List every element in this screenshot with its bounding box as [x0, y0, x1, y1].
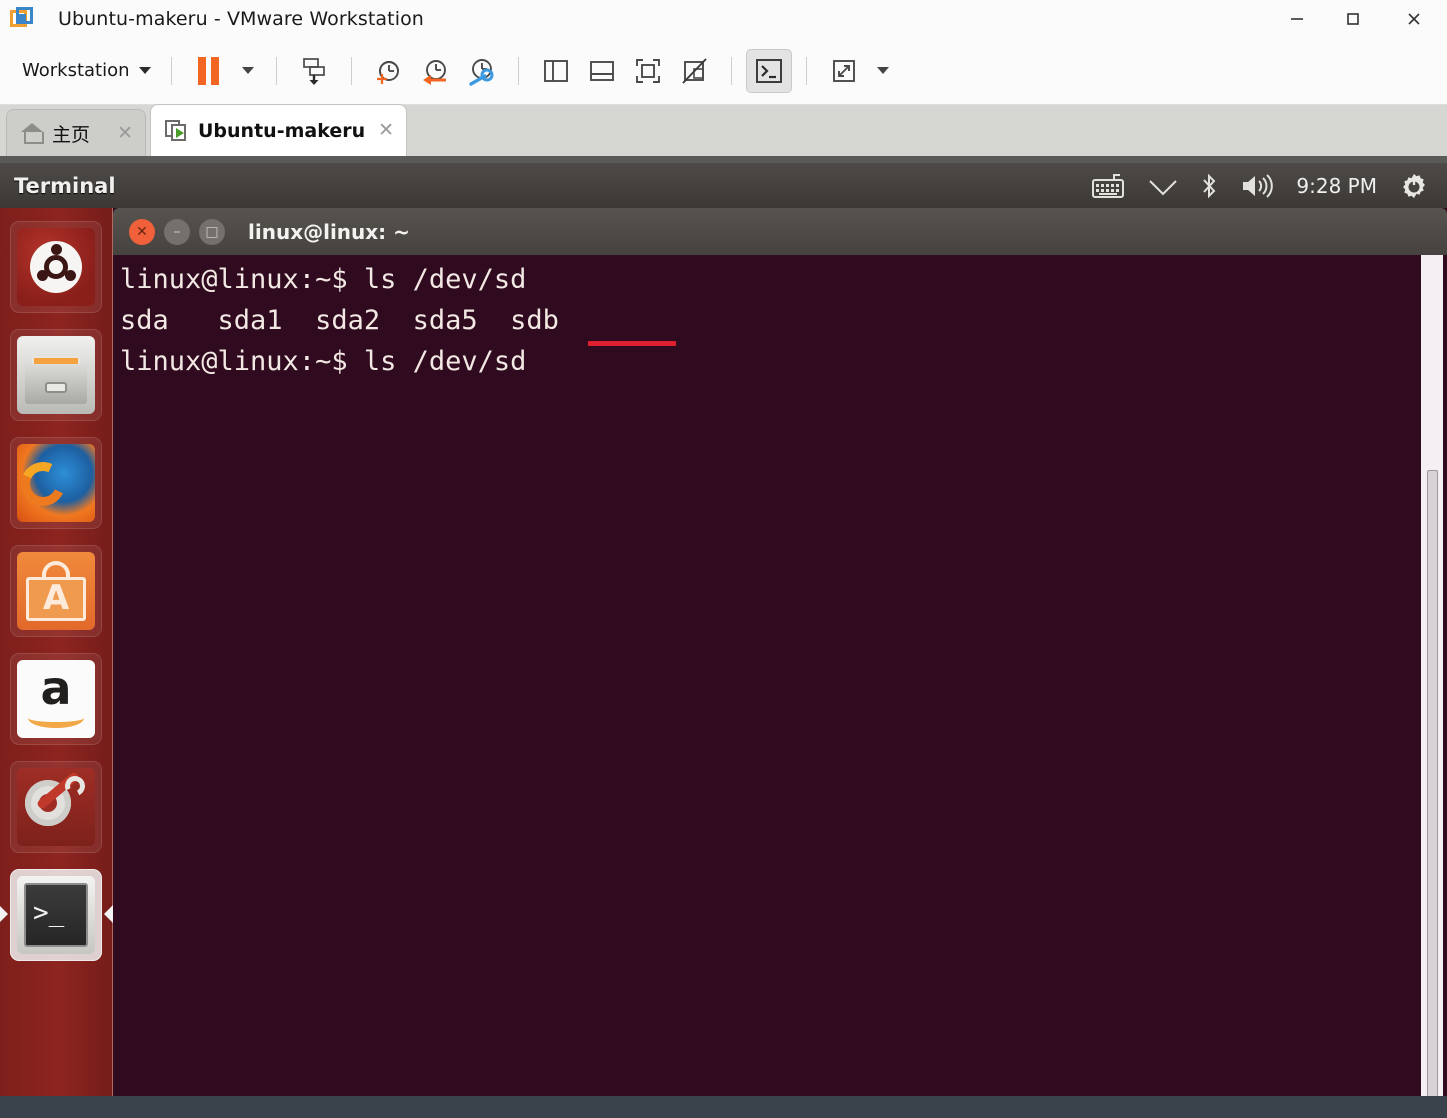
window-title: Ubuntu-makeru - VMware Workstation	[58, 7, 424, 30]
close-button[interactable]	[1381, 0, 1447, 37]
take-snapshot-button[interactable]	[366, 49, 412, 93]
amazon-letter: a	[40, 661, 72, 715]
clock-plus-icon	[376, 60, 399, 84]
terminal-maximize-button[interactable]: □	[199, 218, 225, 245]
ubuntu-top-panel: Terminal 9:28 PM	[0, 163, 1447, 208]
terminal-icon-prompt: >_	[33, 898, 65, 928]
vm-tab-strip: 主页 ✕ Ubuntu-makeru ✕	[0, 104, 1447, 163]
terminal-scrollbar-track[interactable]	[1421, 255, 1443, 1118]
amazon-icon: a	[17, 660, 95, 738]
terminal-line: linux@linux:~$ ls /dev/sd	[120, 346, 527, 377]
window-titlebar: Ubuntu-makeru - VMware Workstation	[0, 0, 1447, 37]
launcher-item-ubuntu-dash[interactable]	[10, 221, 102, 313]
terminal-prompt-icon	[755, 58, 782, 83]
chevron-down-icon	[241, 67, 254, 74]
sidebar-panel-icon	[543, 59, 568, 82]
main-toolbar: Workstation	[0, 37, 1447, 105]
minimize-button[interactable]	[1269, 0, 1325, 37]
pause-icon	[198, 56, 220, 85]
workstation-menu-label: Workstation	[22, 60, 130, 81]
tab-ubuntu-makeru-close-icon[interactable]: ✕	[378, 119, 394, 142]
launcher-item-system-settings[interactable]	[10, 761, 102, 853]
toolbar-separator	[275, 56, 277, 85]
keyboard-icon[interactable]	[1092, 173, 1126, 199]
volume-icon[interactable]	[1240, 173, 1274, 199]
toolbar-separator	[805, 56, 807, 85]
terminal-titlebar: ✕ – □ linux@linux: ~	[113, 208, 1447, 255]
unity-disabled-icon	[681, 57, 707, 84]
tab-ubuntu-makeru-label: Ubuntu-makeru	[198, 119, 366, 142]
show-library-button[interactable]	[533, 49, 579, 93]
tab-ubuntu-makeru[interactable]: Ubuntu-makeru ✕	[150, 104, 407, 156]
tab-home-label: 主页	[52, 123, 91, 146]
toolbar-separator	[170, 56, 172, 85]
toolbar-separator	[517, 56, 519, 85]
terminal-close-button[interactable]: ✕	[129, 218, 155, 245]
fullscreen-icon	[635, 58, 660, 83]
chevron-down-icon	[876, 67, 889, 74]
panel-clock[interactable]: 9:28 PM	[1296, 174, 1377, 198]
gear-power-icon[interactable]	[1399, 171, 1429, 201]
unity-mode-button[interactable]	[671, 49, 717, 93]
firefox-icon	[17, 444, 95, 522]
launcher-item-files[interactable]	[10, 329, 102, 421]
expand-arrows-icon	[832, 59, 855, 82]
files-nautilus-icon	[17, 336, 95, 414]
window-controls	[1269, 0, 1447, 37]
toolbar-separator	[730, 56, 732, 85]
unity-launcher: A a >_	[0, 208, 113, 1118]
panel-indicators: 9:28 PM	[1092, 171, 1447, 201]
pause-dropdown-button[interactable]	[232, 49, 262, 93]
show-thumbnail-bar-button[interactable]	[579, 49, 625, 93]
ubuntu-software-icon: A	[17, 552, 95, 630]
terminal-window-title: linux@linux: ~	[248, 219, 410, 244]
pause-vm-button[interactable]	[186, 49, 232, 93]
send-ctrl-alt-del-button[interactable]	[291, 49, 337, 93]
home-icon	[21, 123, 44, 144]
wifi-icon[interactable]	[1148, 174, 1178, 198]
launcher-item-firefox[interactable]	[10, 437, 102, 529]
bluetooth-icon[interactable]	[1200, 173, 1218, 199]
system-settings-icon	[17, 768, 95, 846]
terminal-line: sda sda1 sda2 sda5 sdb	[120, 305, 559, 336]
red-underline-annotation	[588, 341, 676, 346]
terminal-icon: >_	[17, 876, 95, 954]
launcher-item-software-center[interactable]: A	[10, 545, 102, 637]
maximize-button[interactable]	[1325, 0, 1381, 37]
stretch-guest-button[interactable]	[821, 49, 867, 93]
launcher-item-amazon[interactable]: a	[10, 653, 102, 745]
panel-app-title[interactable]: Terminal	[14, 174, 116, 198]
vmware-status-bar	[0, 1096, 1447, 1118]
stretch-dropdown-button[interactable]	[867, 49, 897, 93]
toolbar-separator	[350, 56, 352, 85]
full-screen-button[interactable]	[625, 49, 671, 93]
workstation-menu-button[interactable]: Workstation	[16, 56, 157, 85]
snapshot-manager-button[interactable]	[458, 49, 504, 93]
vm-play-icon	[165, 119, 189, 142]
bottom-panel-icon	[589, 60, 614, 81]
terminal-window[interactable]: ✕ – □ linux@linux: ~ linux@linux:~$ ls /…	[113, 208, 1447, 1118]
guest-os-screen[interactable]: Terminal 9:28 PM A a >_ ✕ – □ linux@linu…	[0, 163, 1447, 1118]
launcher-item-terminal[interactable]: >_	[0, 869, 113, 961]
terminal-line: linux@linux:~$ ls /dev/sd	[120, 264, 527, 295]
clock-wrench-icon	[468, 58, 494, 86]
tab-home-close-icon[interactable]: ✕	[117, 122, 133, 145]
console-view-button[interactable]	[745, 48, 792, 93]
ubuntu-dash-icon	[17, 228, 95, 306]
software-center-letter: A	[42, 578, 70, 618]
terminal-output-area[interactable]: linux@linux:~$ ls /dev/sd sda sda1 sda2 …	[113, 255, 1447, 1118]
terminal-scrollbar-thumb[interactable]	[1427, 470, 1438, 1110]
clock-revert-icon	[422, 59, 446, 85]
tab-home[interactable]: 主页 ✕	[6, 109, 146, 156]
vmware-logo-icon	[8, 5, 36, 33]
vmware-workstation-window: Ubuntu-makeru - VMware Workstation Works…	[0, 0, 1447, 1118]
revert-snapshot-button[interactable]	[412, 49, 458, 93]
send-keys-icon	[302, 57, 325, 85]
terminal-minimize-button[interactable]: –	[164, 218, 190, 245]
chevron-down-icon	[138, 67, 151, 74]
